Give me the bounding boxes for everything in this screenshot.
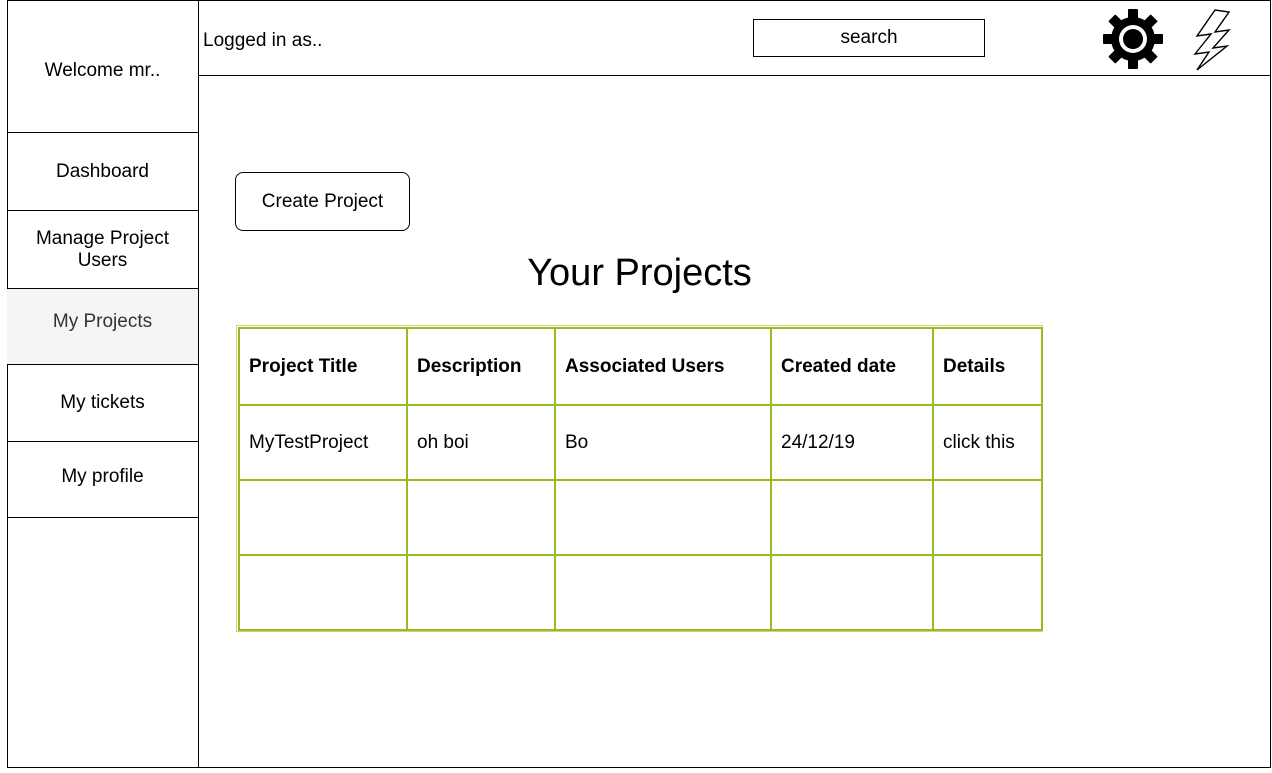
created-date-cell: 24/12/19 [770, 404, 934, 481]
page-title: Your Projects [527, 252, 752, 294]
project-title-cell [238, 554, 408, 631]
create-project-button[interactable]: Create Project [235, 172, 410, 231]
details-cell [932, 554, 1043, 631]
description-cell: oh boi [406, 404, 556, 481]
description-cell [406, 554, 556, 631]
sidebar-item-label: My profile [61, 465, 144, 487]
associated-users-cell: Bo [554, 404, 772, 481]
column-header: Description [406, 327, 556, 406]
table-row [238, 554, 1043, 631]
sidebar-item-my-projects[interactable]: My Projects [7, 289, 198, 365]
sidebar-item-dashboard[interactable]: Dashboard [7, 133, 198, 211]
created-date-cell [770, 479, 934, 556]
sidebar-item-my-profile[interactable]: My profile [7, 442, 198, 518]
sidebar-item-label: My Projects [52, 310, 153, 332]
sidebar: Welcome mr.. Dashboard Manage Project Us… [7, 0, 199, 768]
associated-users-cell [554, 554, 772, 631]
column-header: Associated Users [554, 327, 772, 406]
sidebar-item-my-tickets[interactable]: My tickets [7, 365, 198, 442]
search-input[interactable]: search [753, 19, 985, 57]
lightning-icon[interactable] [1191, 8, 1235, 72]
column-header: Project Title [238, 327, 408, 406]
top-bar: Logged in as.. search [198, 0, 1271, 76]
created-date-cell [770, 554, 934, 631]
associated-users-cell [554, 479, 772, 556]
logged-in-text: Logged in as.. [203, 30, 323, 51]
sidebar-item-manage-project-users[interactable]: Manage Project Users [7, 211, 198, 289]
project-title-cell: MyTestProject [238, 404, 408, 481]
sidebar-item-label: Dashboard [56, 160, 149, 182]
details-cell [932, 479, 1043, 556]
projects-table: Project Title Description Associated Use… [236, 325, 1043, 632]
details-link[interactable]: click this [932, 404, 1043, 481]
column-header: Details [932, 327, 1043, 406]
table-row [238, 479, 1043, 556]
table-row: MyTestProject oh boi Bo 24/12/19 click t… [238, 404, 1043, 481]
welcome-text: Welcome mr.. [7, 0, 198, 133]
project-title-cell [238, 479, 408, 556]
sidebar-item-label: Manage Project Users [35, 227, 170, 271]
table-header-row: Project Title Description Associated Use… [238, 327, 1043, 406]
description-cell [406, 479, 556, 556]
column-header: Created date [770, 327, 934, 406]
sidebar-item-label: My tickets [60, 392, 145, 413]
gear-icon[interactable] [1101, 7, 1165, 71]
